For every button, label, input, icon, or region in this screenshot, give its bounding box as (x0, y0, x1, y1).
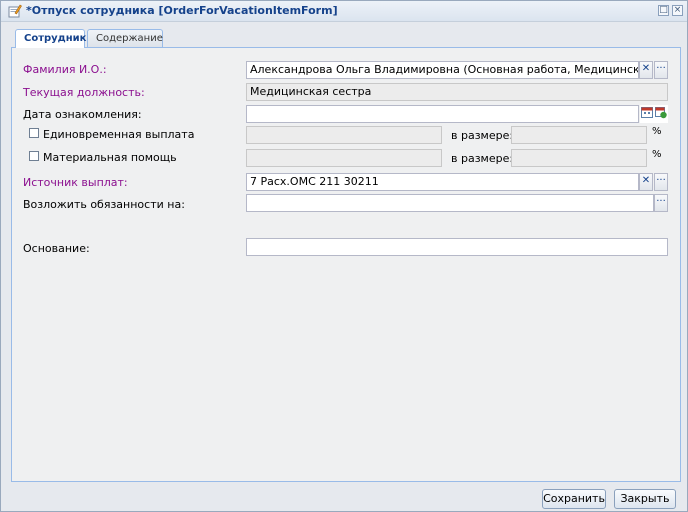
material-aid-percent: % (652, 149, 662, 160)
lump-sum-percent: % (652, 126, 662, 137)
material-aid-checkbox[interactable] (29, 151, 39, 161)
material-aid-label: Материальная помощь (43, 151, 177, 164)
material-aid-field (246, 149, 442, 167)
select-employee-button[interactable]: ··· (654, 61, 668, 79)
window-title: *Отпуск сотрудника [OrderForVacationItem… (26, 4, 338, 17)
lump-sum-amount-field (511, 126, 647, 144)
tab-strip: Сотрудник Содержание (11, 27, 681, 48)
position-label: Текущая должность: (23, 86, 145, 99)
duties-field[interactable] (246, 194, 654, 212)
basis-label: Основание: (23, 242, 90, 255)
lump-sum-checkbox[interactable] (29, 128, 39, 138)
position-field: Медицинская сестра (246, 83, 668, 101)
tab-employee[interactable]: Сотрудник (15, 29, 86, 48)
save-button[interactable]: Сохранить (542, 489, 606, 509)
acquaint-date-field[interactable] (246, 105, 639, 123)
clear-payment-source-button[interactable]: ✕ (639, 173, 653, 191)
calendar-icon[interactable] (640, 105, 654, 123)
acquaint-date-label: Дата ознакомления: (23, 108, 142, 121)
lump-sum-amount-label: в размере: (451, 129, 514, 142)
clear-employee-button[interactable]: ✕ (639, 61, 653, 79)
employee-label: Фамилия И.О.: (23, 63, 107, 76)
tab-content[interactable]: Содержание (87, 29, 163, 47)
duties-label: Возложить обязанности на: (23, 198, 185, 211)
basis-field[interactable] (246, 238, 668, 256)
close-button[interactable]: Закрыть (614, 489, 676, 509)
form-edit-icon (8, 4, 22, 18)
dialog-window: *Отпуск сотрудника [OrderForVacationItem… (0, 0, 688, 512)
calendar-clear-icon[interactable] (654, 105, 668, 123)
close-window-button[interactable]: × (672, 5, 683, 16)
lump-sum-field (246, 126, 442, 144)
material-aid-amount-label: в размере: (451, 152, 514, 165)
title-bar[interactable]: *Отпуск сотрудника [OrderForVacationItem… (1, 1, 687, 22)
lump-sum-label: Единовременная выплата (43, 128, 195, 141)
material-aid-amount-field (511, 149, 647, 167)
payment-source-field[interactable]: 7 Расх.ОМС 211 30211 (246, 173, 639, 191)
payment-source-label: Источник выплат: (23, 176, 128, 189)
select-duties-button[interactable]: ··· (654, 194, 668, 212)
employee-field[interactable]: Александрова Ольга Владимировна (Основна… (246, 61, 639, 79)
maximize-button[interactable]: □ (658, 5, 669, 16)
select-payment-source-button[interactable]: ··· (654, 173, 668, 191)
